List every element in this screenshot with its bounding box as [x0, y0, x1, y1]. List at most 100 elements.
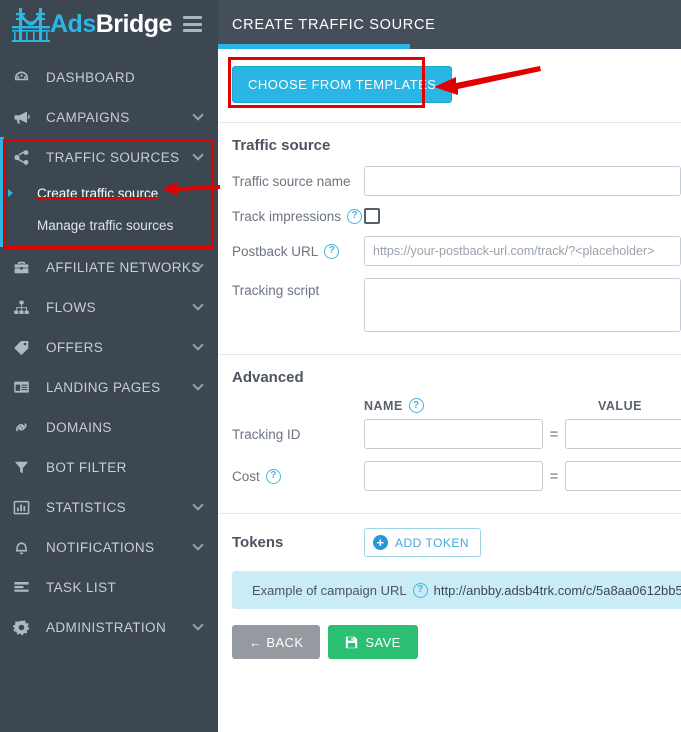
add-token-button[interactable]: + ADD TOKEN — [364, 528, 482, 557]
question-circle-icon[interactable]: ? — [347, 208, 363, 224]
sidebar-item-task-list[interactable]: TASK LIST — [0, 567, 218, 607]
sidebar-group-statistics: STATISTICS — [0, 487, 218, 527]
sidebar-group-campaigns: CAMPAIGNS — [0, 97, 218, 137]
section-title-tokens: Tokens — [232, 534, 284, 551]
tokens-section: Tokens + ADD TOKEN Example of campaign U… — [218, 514, 681, 675]
sidebar-item-label: OFFERS — [46, 339, 104, 355]
save-button[interactable]: SAVE — [328, 625, 418, 659]
hamburger-icon[interactable] — [183, 16, 202, 32]
field-row-traffic-source-name: Traffic source name — [232, 166, 681, 196]
section-title-advanced: Advanced — [232, 369, 304, 386]
label-traffic-source-name: Traffic source name — [232, 173, 351, 189]
sidebar-subitem-label: Manage traffic sources — [37, 217, 174, 233]
save-label: SAVE — [365, 634, 401, 650]
label-postback-url-text: Postback URL — [232, 243, 319, 259]
sidebar-item-flows[interactable]: FLOWS — [0, 287, 218, 327]
tracking-script-textarea[interactable] — [364, 278, 681, 332]
cost-value-input[interactable] — [565, 461, 681, 491]
sidebar-item-label: LANDING PAGES — [46, 379, 161, 395]
brand-bridge: Bridge — [95, 10, 173, 38]
list-icon — [13, 580, 35, 595]
sidebar-group-landing-pages: LANDING PAGES — [0, 367, 218, 407]
sidebar-item-traffic-sources[interactable]: TRAFFIC SOURCES — [0, 137, 218, 177]
dashboard-icon — [13, 69, 35, 86]
sidebar-item-label: AFFILIATE NETWORKS — [46, 259, 201, 275]
sidebar-item-domains[interactable]: DOMAINS — [0, 407, 218, 447]
sidebar-item-offers[interactable]: OFFERS — [0, 327, 218, 367]
sidebar-group-domains: DOMAINS — [0, 407, 218, 447]
example-campaign-url-value: http://anbby.adsb4trk.com/c/5a8aa0612bb5… — [433, 582, 681, 598]
page-header: CREATE TRAFFIC SOURCE — [218, 0, 681, 49]
sidebar-nav: DASHBOARD CAMPAIGNS TRAFFIC SOURCES Crea… — [0, 49, 218, 647]
gear-icon — [13, 619, 35, 636]
tracking-id-value-input[interactable] — [565, 419, 681, 449]
sidebar-item-campaigns[interactable]: CAMPAIGNS — [0, 97, 218, 137]
templates-row: CHOOSE FROM TEMPLATES — [218, 49, 681, 123]
sidebar-item-label: DASHBOARD — [46, 69, 136, 85]
share-nodes-icon — [13, 149, 35, 166]
sidebar-item-label: DOMAINS — [46, 419, 112, 435]
cost-name-input[interactable] — [364, 461, 543, 491]
traffic-source-section: Traffic source Traffic source name Track… — [218, 123, 681, 355]
sidebar-item-label: BOT FILTER — [46, 459, 127, 475]
sidebar-group-affiliate-networks: AFFILIATE NETWORKS — [0, 247, 218, 287]
sidebar-item-landing-pages[interactable]: LANDING PAGES — [0, 367, 218, 407]
choose-from-templates-button[interactable]: CHOOSE FROM TEMPLATES — [232, 66, 453, 103]
sidebar-item-label: FLOWS — [46, 299, 97, 315]
sidebar-item-administration[interactable]: ADMINISTRATION — [0, 607, 218, 647]
advanced-column-headers: NAME ? VALUE — [232, 398, 681, 413]
sitemap-icon — [13, 299, 35, 316]
sidebar-item-label: TRAFFIC SOURCES — [46, 149, 180, 165]
tracking-id-name-input[interactable] — [364, 419, 543, 449]
advanced-col-name: NAME ? — [364, 398, 576, 413]
sidebar-group-dashboard: DASHBOARD — [0, 57, 218, 97]
label-tracking-script: Tracking script — [232, 283, 320, 298]
postback-url-input[interactable] — [364, 236, 681, 266]
app-root: AdsBridge DASHBOARD CAMPAIGNS TRAFFIC SO… — [0, 0, 681, 732]
sidebar-group-offers: OFFERS — [0, 327, 218, 367]
sidebar-submenu-traffic-sources: Create traffic source Manage traffic sou… — [0, 177, 218, 247]
question-circle-icon[interactable]: ? — [265, 468, 281, 484]
label-postback-url: Postback URL ? — [232, 243, 364, 259]
floppy-disk-icon — [345, 636, 358, 649]
link-icon — [13, 419, 35, 436]
equals-sign: = — [549, 467, 559, 485]
sidebar-item-affiliate-networks[interactable]: AFFILIATE NETWORKS — [0, 247, 218, 287]
advanced-col-name-text: NAME — [364, 398, 403, 413]
sidebar-group-task-list: TASK LIST — [0, 567, 218, 607]
megaphone-icon — [13, 109, 35, 126]
tokens-header-row: Tokens + ADD TOKEN — [232, 528, 681, 557]
sidebar-item-notifications[interactable]: NOTIFICATIONS — [0, 527, 218, 567]
active-tab-indicator — [218, 44, 410, 49]
sidebar-item-bot-filter[interactable]: BOT FILTER — [0, 447, 218, 487]
add-token-label: ADD TOKEN — [395, 535, 470, 550]
back-button[interactable]: ← BACK — [232, 625, 321, 659]
filter-icon — [13, 459, 35, 476]
advanced-row-tracking-id: Tracking ID = — [232, 419, 681, 449]
main-panel: CREATE TRAFFIC SOURCE CHOOSE FROM TEMPLA… — [218, 0, 681, 732]
sidebar-group-notifications: NOTIFICATIONS — [0, 527, 218, 567]
page-title: CREATE TRAFFIC SOURCE — [232, 16, 436, 33]
question-circle-icon[interactable]: ? — [412, 582, 428, 598]
section-title-traffic-source: Traffic source — [232, 137, 331, 154]
sidebar-item-label: TASK LIST — [46, 579, 117, 595]
example-campaign-url-label: Example of campaign URL — [252, 582, 407, 598]
sidebar-item-dashboard[interactable]: DASHBOARD — [0, 57, 218, 97]
bell-icon — [13, 539, 35, 556]
sidebar-item-label: CAMPAIGNS — [46, 109, 130, 125]
sidebar-item-statistics[interactable]: STATISTICS — [0, 487, 218, 527]
page-content: CHOOSE FROM TEMPLATES Traffic source Tra… — [218, 49, 681, 675]
field-row-postback-url: Postback URL ? — [232, 236, 681, 266]
sidebar-item-manage-traffic-sources[interactable]: Manage traffic sources — [0, 209, 218, 241]
question-circle-icon[interactable]: ? — [408, 398, 424, 413]
advanced-col-value: VALUE — [598, 398, 642, 413]
question-circle-icon[interactable]: ? — [324, 243, 340, 259]
sidebar-group-traffic-sources: TRAFFIC SOURCES Create traffic source Ma… — [0, 137, 218, 247]
sidebar-item-create-traffic-source[interactable]: Create traffic source — [0, 177, 218, 209]
label-tracking-id: Tracking ID — [232, 426, 301, 442]
label-track-impressions: Track impressions ? — [232, 208, 364, 224]
sidebar-subitem-label: Create traffic source — [37, 185, 159, 201]
track-impressions-checkbox[interactable] — [364, 208, 380, 224]
traffic-source-name-input[interactable] — [364, 166, 681, 196]
advanced-section: Advanced NAME ? VALUE Tracking ID = Cost… — [218, 355, 681, 514]
